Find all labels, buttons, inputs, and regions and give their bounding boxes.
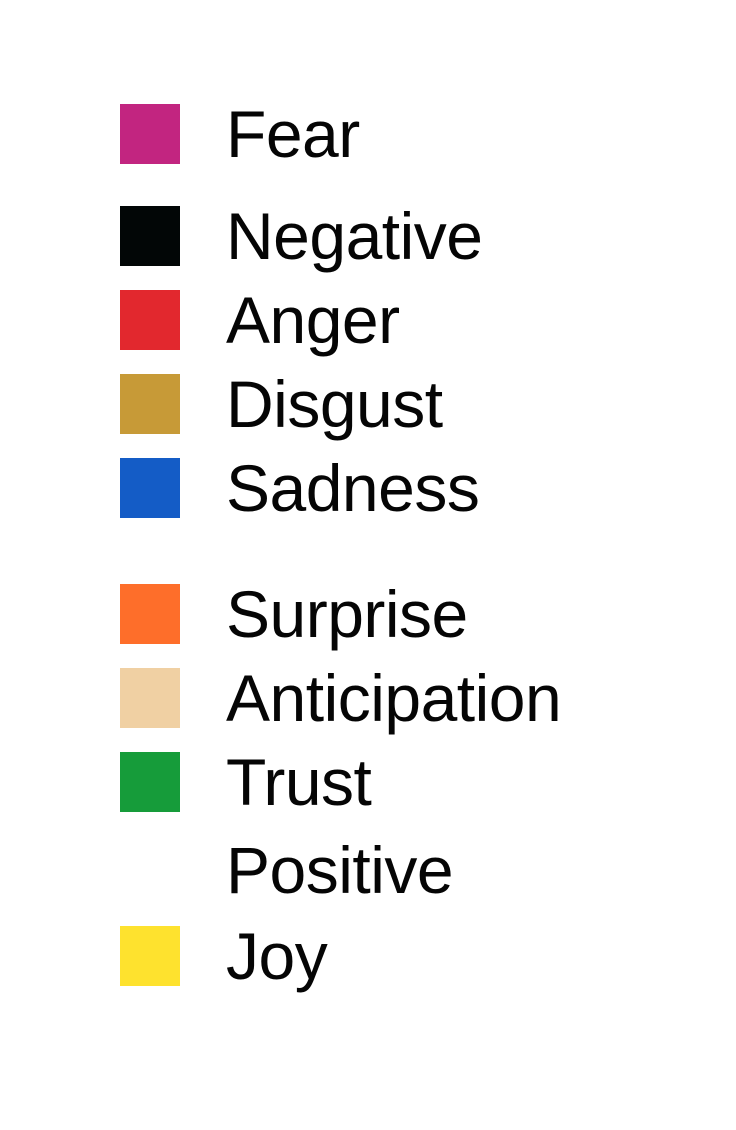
- legend-label-fear: Fear: [226, 97, 360, 171]
- legend-swatch-anticipation: [120, 668, 180, 728]
- legend-swatch-anger: [120, 290, 180, 350]
- legend-swatch-positive: [120, 840, 180, 900]
- legend-item-fear: Fear: [0, 97, 736, 171]
- legend-swatch-sadness: [120, 458, 180, 518]
- legend-swatch-trust: [120, 752, 180, 812]
- legend-swatch-fear: [120, 104, 180, 164]
- legend-item-anger: Anger: [0, 283, 736, 357]
- legend-label-trust: Trust: [226, 745, 372, 819]
- legend-item-disgust: Disgust: [0, 367, 736, 441]
- legend-item-positive: Positive: [0, 833, 736, 907]
- legend-label-anticipation: Anticipation: [226, 661, 562, 735]
- legend-item-anticipation: Anticipation: [0, 661, 736, 735]
- emotion-legend: Fear Negative Anger Disgust Sadness Surp…: [0, 0, 736, 1130]
- legend-swatch-disgust: [120, 374, 180, 434]
- legend-label-joy: Joy: [226, 919, 328, 993]
- legend-label-surprise: Surprise: [226, 577, 468, 651]
- legend-item-joy: Joy: [0, 919, 736, 993]
- legend-label-sadness: Sadness: [226, 451, 480, 525]
- legend-label-disgust: Disgust: [226, 367, 443, 441]
- legend-swatch-joy: [120, 926, 180, 986]
- legend-label-anger: Anger: [226, 283, 400, 357]
- legend-label-negative: Negative: [226, 199, 483, 273]
- legend-label-positive: Positive: [226, 833, 454, 907]
- legend-item-sadness: Sadness: [0, 451, 736, 525]
- legend-swatch-negative: [120, 206, 180, 266]
- legend-swatch-surprise: [120, 584, 180, 644]
- legend-item-surprise: Surprise: [0, 577, 736, 651]
- legend-item-negative: Negative: [0, 199, 736, 273]
- legend-item-trust: Trust: [0, 745, 736, 819]
